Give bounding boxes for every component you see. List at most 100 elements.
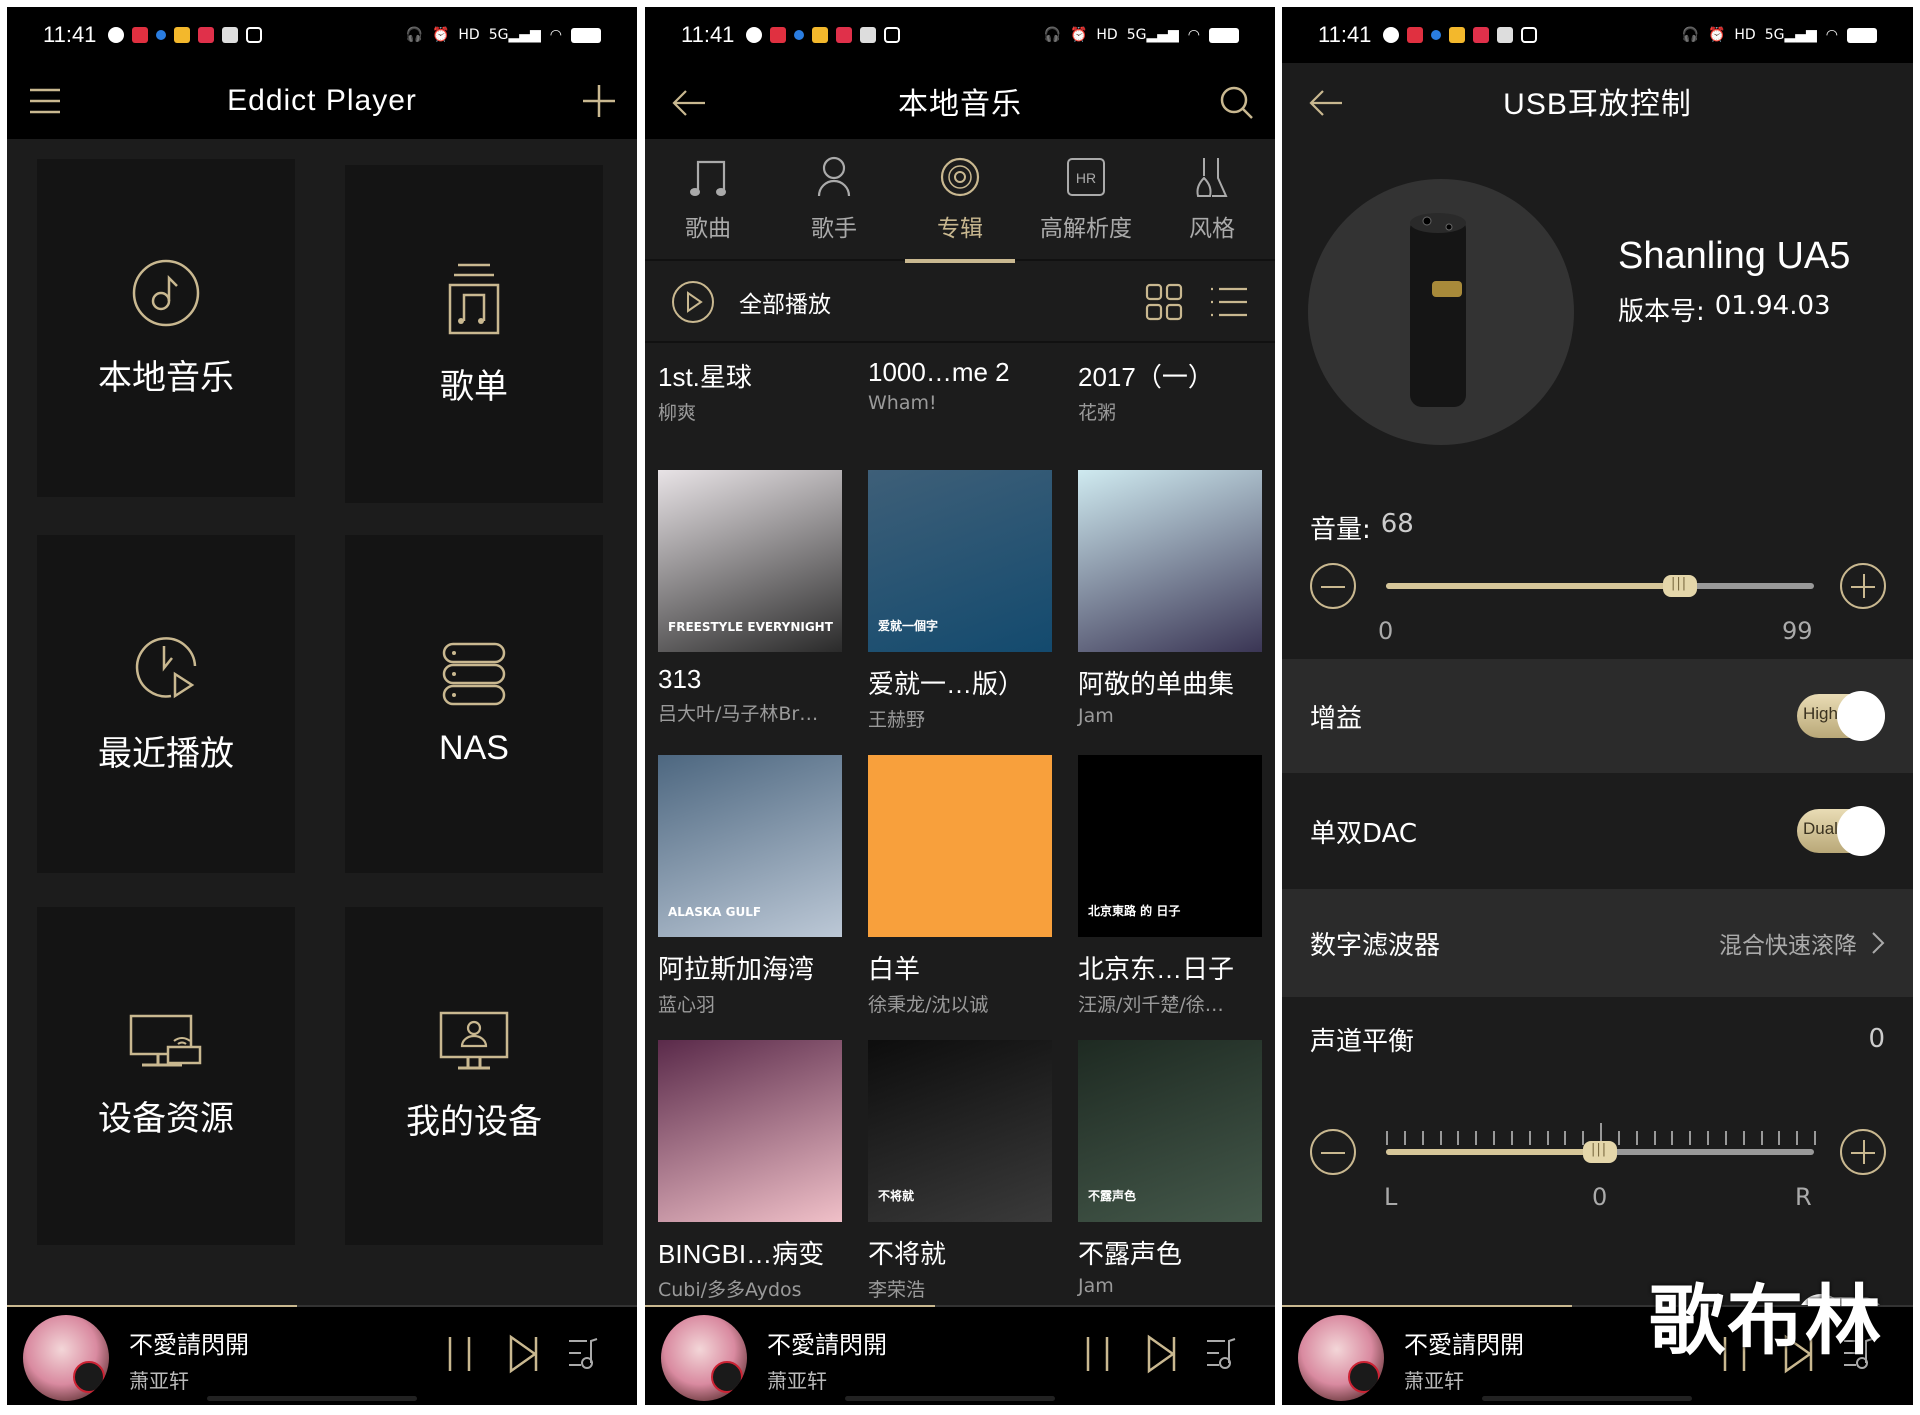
tile-label: NAS (439, 728, 509, 767)
status-bar: 11:41 🎧 ⏰ HD 5G▂▄▆ ◠ (645, 7, 1275, 63)
tab-label: 歌手 (811, 216, 857, 242)
notification-icons (108, 27, 263, 43)
tile-recent-play[interactable]: 最近播放 (37, 535, 295, 873)
app-notification-icon (794, 30, 805, 40)
balance-right-button[interactable] (1840, 1129, 1886, 1175)
album-cover: FREESTYLE EVERYNIGHT (658, 470, 842, 652)
hr-icon: HR (1067, 158, 1105, 196)
balance-left-button[interactable] (1310, 1129, 1356, 1175)
now-playing-artist: 萧亚轩 (767, 1369, 827, 1393)
play-all-button[interactable]: 全部播放 (671, 280, 831, 324)
tile-my-device[interactable]: 我的设备 (345, 907, 603, 1245)
volume-increase-button[interactable] (1840, 563, 1886, 609)
app-title: Eddict Player (227, 84, 417, 117)
status-time: 11:41 (43, 22, 97, 47)
tab-songs[interactable]: 歌曲 (645, 139, 771, 261)
queue-button[interactable] (567, 1331, 601, 1375)
album-item[interactable]: 白羊 徐秉龙/沈以诚 (868, 755, 1052, 1017)
tile-playlist[interactable]: 歌单 (345, 165, 603, 503)
mail-notification-icon (174, 27, 191, 43)
status-time: 11:41 (681, 22, 735, 47)
arrow-left-icon (672, 90, 705, 116)
balance-tick (1510, 1131, 1513, 1145)
volume-min-label: 0 (1378, 617, 1394, 645)
album-item[interactable]: 1000…me 2 Wham! (868, 357, 1052, 414)
playback-progress-fill (7, 1305, 297, 1307)
balance-tick (1457, 1131, 1460, 1145)
album-item[interactable]: ALASKA GULF 阿拉斯加海湾 蓝心羽 (658, 755, 842, 1017)
mini-player[interactable]: 不愛請閃開 萧亚轩 (645, 1305, 1275, 1405)
app-notification-icon (1473, 27, 1490, 43)
nas-server-icon (442, 642, 506, 705)
balance-tick (1814, 1131, 1816, 1145)
back-button[interactable] (669, 83, 709, 123)
album-art-thumbnail[interactable] (23, 1315, 109, 1401)
queue-button[interactable] (1205, 1331, 1239, 1375)
mini-player[interactable]: 不愛請閃開 萧亚轩 (7, 1305, 637, 1405)
usb-amp-control-screen: 11:41 🎧 ⏰ HD 5G▂▄▆ ◠ USB耳放控制 Shanling UA… (1282, 7, 1913, 1405)
album-title: 爱就一…版） (868, 669, 1025, 699)
album-item[interactable]: 2017（一） 花粥 (1078, 357, 1262, 425)
pause-button[interactable] (445, 1331, 475, 1375)
video-notification-icon (246, 27, 263, 43)
balance-tick (1742, 1131, 1745, 1145)
album-item[interactable]: 爱就一個字 爱就一…版） 王赫野 (868, 470, 1052, 732)
balance-tick (1707, 1131, 1709, 1145)
tab-genres[interactable]: 风格 (1149, 139, 1275, 261)
signal-5g-icon: 5G▂▄▆ (488, 27, 541, 43)
page-header: USB耳放控制 (1282, 63, 1913, 139)
alarm-icon: ⏰ (1069, 27, 1088, 43)
gain-toggle[interactable]: High (1797, 691, 1885, 741)
now-playing-title: 不愛請閃開 (767, 1331, 887, 1359)
album-cover: 不露声色 (1078, 1040, 1262, 1222)
search-button[interactable] (1217, 83, 1257, 123)
list-view-icon (1211, 287, 1247, 317)
balance-slider-thumb[interactable] (1583, 1141, 1617, 1163)
dac-mode-toggle[interactable]: Dual (1797, 806, 1885, 856)
add-button[interactable] (579, 81, 619, 121)
album-cover (1078, 470, 1262, 652)
tile-device-resources[interactable]: 设备资源 (37, 907, 295, 1245)
album-art-thumbnail[interactable] (661, 1315, 747, 1401)
tab-albums[interactable]: 专辑 (897, 139, 1023, 263)
digital-filter-row[interactable]: 数字滤波器 混合快速滚降 (1282, 889, 1913, 997)
album-item[interactable]: 不将就 不将就 李荣浩 (868, 1040, 1052, 1302)
balance-slider[interactable] (1386, 1141, 1814, 1163)
skip-next-icon (509, 1334, 538, 1374)
volume-slider-thumb[interactable] (1663, 575, 1698, 597)
genre-instrument-icon (1196, 158, 1228, 197)
playback-progress[interactable] (645, 1305, 1275, 1307)
app-notification-icon (198, 27, 215, 43)
play-all-bar: 全部播放 (645, 263, 1275, 343)
album-item[interactable]: 北京東路 的 日子 北京东…日子 汪源/刘千楚/徐… (1078, 755, 1262, 1017)
tab-artists[interactable]: 歌手 (771, 139, 897, 261)
now-playing-artist: 萧亚轩 (1404, 1369, 1464, 1393)
tile-local-music[interactable]: 本地音乐 (37, 159, 295, 497)
back-button[interactable] (1306, 83, 1346, 123)
next-button[interactable] (1145, 1331, 1179, 1375)
menu-button[interactable] (25, 81, 65, 121)
signal-5g-icon: 5G▂▄▆ (1764, 27, 1817, 43)
tab-label: 歌曲 (685, 216, 731, 242)
volume-decrease-button[interactable] (1310, 563, 1356, 609)
list-view-button[interactable] (1209, 285, 1249, 323)
balance-tick (1421, 1131, 1424, 1145)
album-item[interactable]: BINGBI…病变 Cubi/多多Aydos (658, 1040, 842, 1302)
album-art-thumbnail[interactable] (1298, 1315, 1384, 1401)
playlist-queue-icon (1207, 1338, 1236, 1369)
balance-tick (1760, 1131, 1763, 1145)
tile-nas[interactable]: NAS (345, 535, 603, 873)
balance-tick (1493, 1131, 1495, 1145)
page-header: 本地音乐 (645, 63, 1275, 139)
home-grid: 本地音乐 歌单 最近播放 NAS 设备资源 我的设备 (7, 139, 637, 1309)
album-item[interactable]: 不露声色 不露声色 Jam (1078, 1040, 1262, 1297)
album-item[interactable]: 1st.星球 柳爽 (658, 357, 842, 425)
pause-button[interactable] (1083, 1331, 1113, 1375)
volume-slider[interactable] (1386, 575, 1814, 597)
next-button[interactable] (507, 1331, 541, 1375)
album-item[interactable]: FREESTYLE EVERYNIGHT 313 吕大叶/马子林Br… (658, 470, 842, 726)
album-item[interactable]: 阿敬的单曲集 Jam (1078, 470, 1262, 727)
grid-view-button[interactable] (1145, 283, 1183, 325)
playback-progress[interactable] (7, 1305, 637, 1307)
tab-hi-res[interactable]: HR 高解析度 (1023, 139, 1149, 261)
